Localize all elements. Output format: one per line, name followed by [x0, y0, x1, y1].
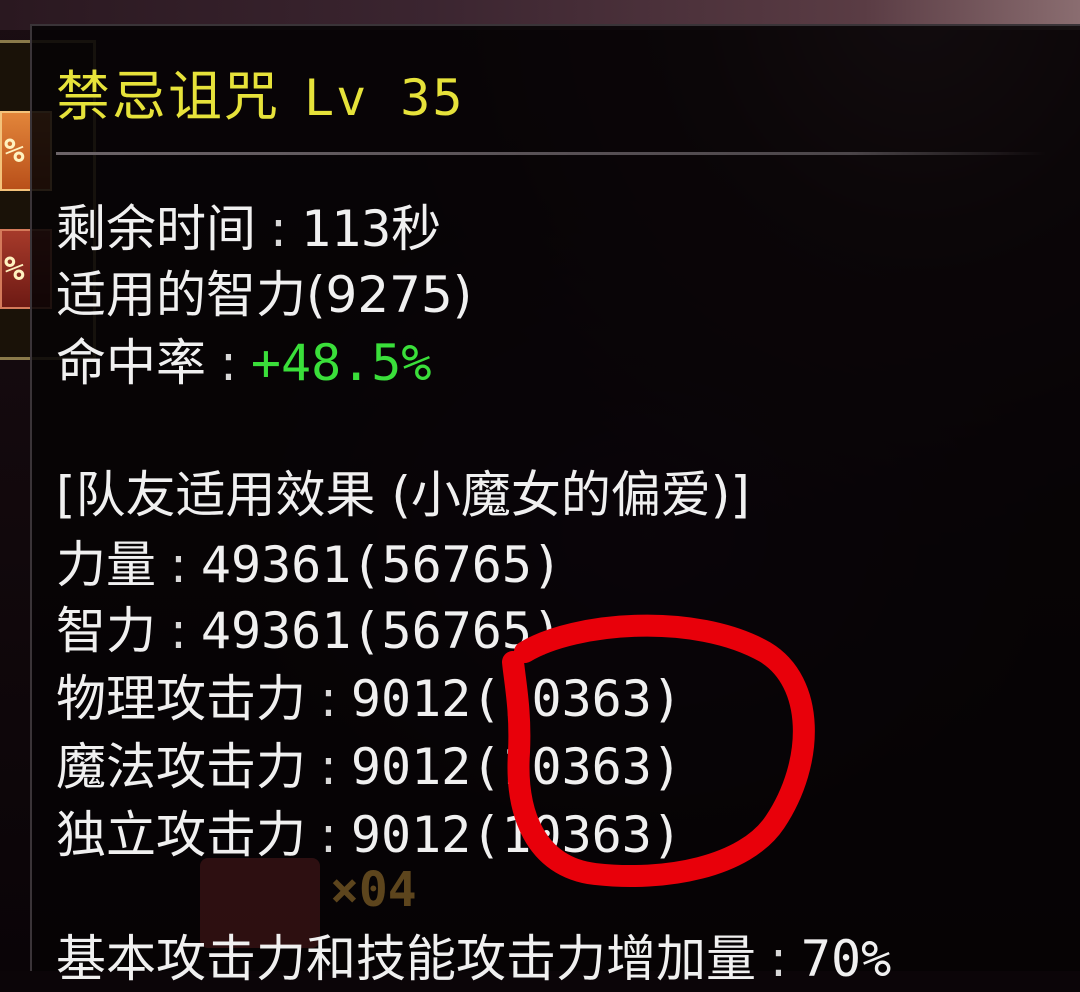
stat-label: 独立攻击力 [56, 806, 306, 864]
buff-slot-2-label: % [4, 249, 25, 289]
buff-slot-1-label: % [4, 131, 25, 171]
red-circle-annotation [502, 614, 815, 887]
stat-label: 力量 [56, 536, 156, 594]
skill-name: 禁忌诅咒 [56, 65, 280, 128]
stat-label: 物理攻击力 [56, 670, 306, 728]
base-attack-value: 70% [800, 930, 892, 988]
stat-row-intelligence: 智力:49361(56765) [56, 602, 563, 660]
hit-rate-label: 命中率 [56, 334, 206, 392]
applied-int-row: 适用的智力(9275) [56, 262, 472, 328]
remaining-time-label: 剩余时间 [56, 200, 256, 258]
stat-row-strength: 力量:49361(56765) [56, 536, 563, 594]
base-attack-row: 基本攻击力和技能攻击力增加量:70% [56, 930, 892, 988]
stat-label: 魔法攻击力 [56, 738, 306, 796]
remaining-time-value: 113秒 [300, 200, 442, 258]
item-count: ×04 [330, 862, 417, 918]
title-divider [56, 152, 1046, 155]
base-attack-label: 基本攻击力和技能攻击力增加量 [56, 930, 756, 988]
stat-value: 49361(56765) [200, 536, 563, 594]
hit-rate-value: +48.5% [250, 334, 432, 392]
party-effect-header: [队友适用效果 (小魔女的偏爱)] [56, 466, 750, 524]
hit-rate-row: 命中率: +48.5% [56, 334, 432, 392]
stat-label: 智力 [56, 602, 156, 660]
applied-int-text: 适用的智力(9275) [56, 266, 473, 324]
skill-title: 禁忌诅咒 Lv 35 [56, 52, 465, 132]
skill-level: Lv 35 [304, 69, 465, 127]
remaining-time-row: 剩余时间:113秒 [56, 200, 442, 258]
